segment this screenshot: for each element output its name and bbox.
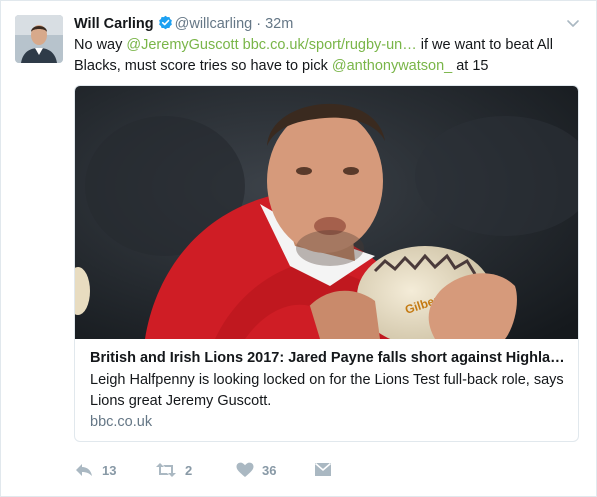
timestamp[interactable]: 32m [265, 16, 293, 32]
reply-button[interactable]: 13 [74, 460, 116, 480]
link-card[interactable]: Gilbert British and Irish Lions 2017: Ja… [74, 85, 579, 442]
chevron-down-icon[interactable] [565, 15, 581, 31]
verified-icon [158, 15, 172, 30]
author-handle[interactable]: @willcarling [175, 16, 253, 32]
mention-jeremyguscott[interactable]: @JeremyGuscott [126, 37, 238, 53]
card-image[interactable]: Gilbert [75, 86, 578, 339]
tweet-link[interactable]: bbc.co.uk/sport/rugby-un… [243, 37, 417, 53]
direct-message-button[interactable] [314, 460, 332, 480]
retweet-icon [156, 463, 176, 477]
mention-anthonywatson[interactable]: @anthonywatson_ [332, 58, 452, 74]
card-description: Leigh Halfpenny is looking locked on for… [90, 372, 564, 409]
like-button[interactable]: 36 [236, 460, 276, 480]
tweet-text-part: No way [74, 37, 127, 53]
tweet: Will Carling @willcarling · 32m No way @… [0, 0, 597, 497]
reply-icon [76, 464, 92, 476]
separator-dot: · [256, 16, 262, 32]
like-icon [236, 462, 254, 477]
card-title[interactable]: British and Irish Lions 2017: Jared Payn… [90, 348, 565, 368]
avatar-image [15, 15, 63, 63]
tweet-text-part: at 15 [452, 58, 489, 74]
card-domain: bbc.co.uk [90, 414, 153, 430]
reply-count: 13 [102, 462, 117, 478]
tweet-header: Will Carling @willcarling · 32m [74, 14, 293, 34]
tweet-text: No way @JeremyGuscott bbc.co.uk/sport/ru… [74, 35, 579, 77]
author-name[interactable]: Will Carling [74, 16, 154, 32]
like-count: 36 [262, 462, 277, 478]
retweet-button[interactable]: 2 [155, 460, 192, 480]
direct-message-icon [314, 462, 332, 476]
retweet-count: 2 [185, 462, 193, 478]
avatar[interactable] [15, 15, 63, 63]
